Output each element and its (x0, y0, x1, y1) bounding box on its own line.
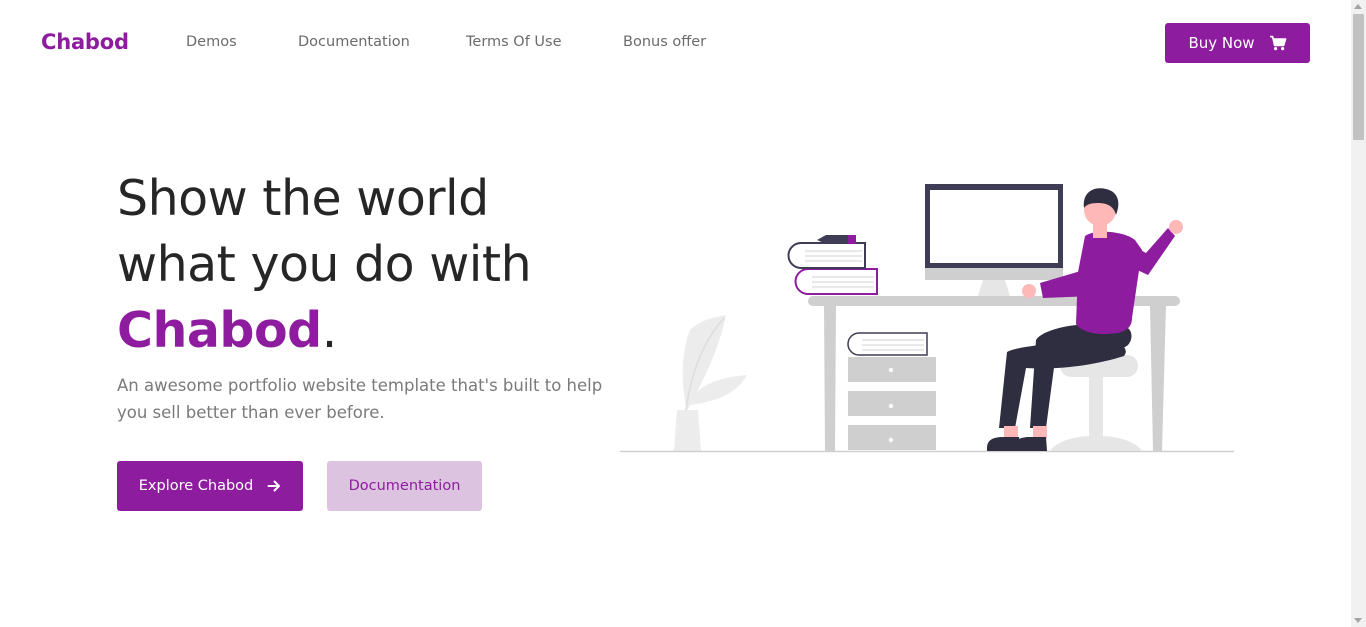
plant-illustration (674, 315, 747, 451)
scroll-thumb[interactable] (1353, 14, 1364, 140)
monitor-illustration (925, 184, 1063, 296)
explore-button[interactable]: Explore Chabod (117, 461, 303, 511)
documentation-button[interactable]: Documentation (327, 461, 482, 511)
hero-title-period: . (321, 302, 338, 359)
hero-title: Show the world what you do with Chabod. (117, 166, 532, 364)
scroll-down-arrow-icon[interactable] (1354, 618, 1362, 623)
explore-button-label: Explore Chabod (138, 478, 254, 494)
nav-link-terms[interactable]: Terms Of Use (466, 34, 562, 50)
nav-link-bonus[interactable]: Bonus offer (623, 34, 706, 50)
nav-link-demos[interactable]: Demos (186, 34, 237, 50)
buy-now-button[interactable]: Buy Now (1165, 23, 1310, 63)
hero-subtitle: An awesome portfolio website template th… (117, 376, 603, 422)
scroll-up-arrow-icon[interactable] (1354, 4, 1362, 9)
navbar: Chabod Demos Documentation Terms Of Use … (0, 0, 1351, 86)
brand-logo[interactable]: Chabod (41, 30, 129, 54)
page-scrollbar[interactable] (1351, 0, 1366, 627)
hero-title-line-2: what you do with (117, 236, 532, 293)
books-stack (787, 235, 878, 295)
documentation-button-label: Documentation (348, 478, 461, 494)
arrow-right-icon (267, 480, 281, 492)
hero-title-line-3: Chabod. (117, 298, 531, 364)
hero-title-line-1: Show the world (117, 170, 489, 227)
buy-now-label: Buy Now (1188, 34, 1255, 52)
hero-illustration (620, 184, 1234, 453)
hero-brand-word: Chabod (117, 302, 322, 359)
chair-illustration (1050, 355, 1142, 451)
cart-icon (1269, 35, 1286, 51)
book-on-drawer (847, 332, 928, 356)
nav-link-documentation[interactable]: Documentation (298, 34, 410, 50)
